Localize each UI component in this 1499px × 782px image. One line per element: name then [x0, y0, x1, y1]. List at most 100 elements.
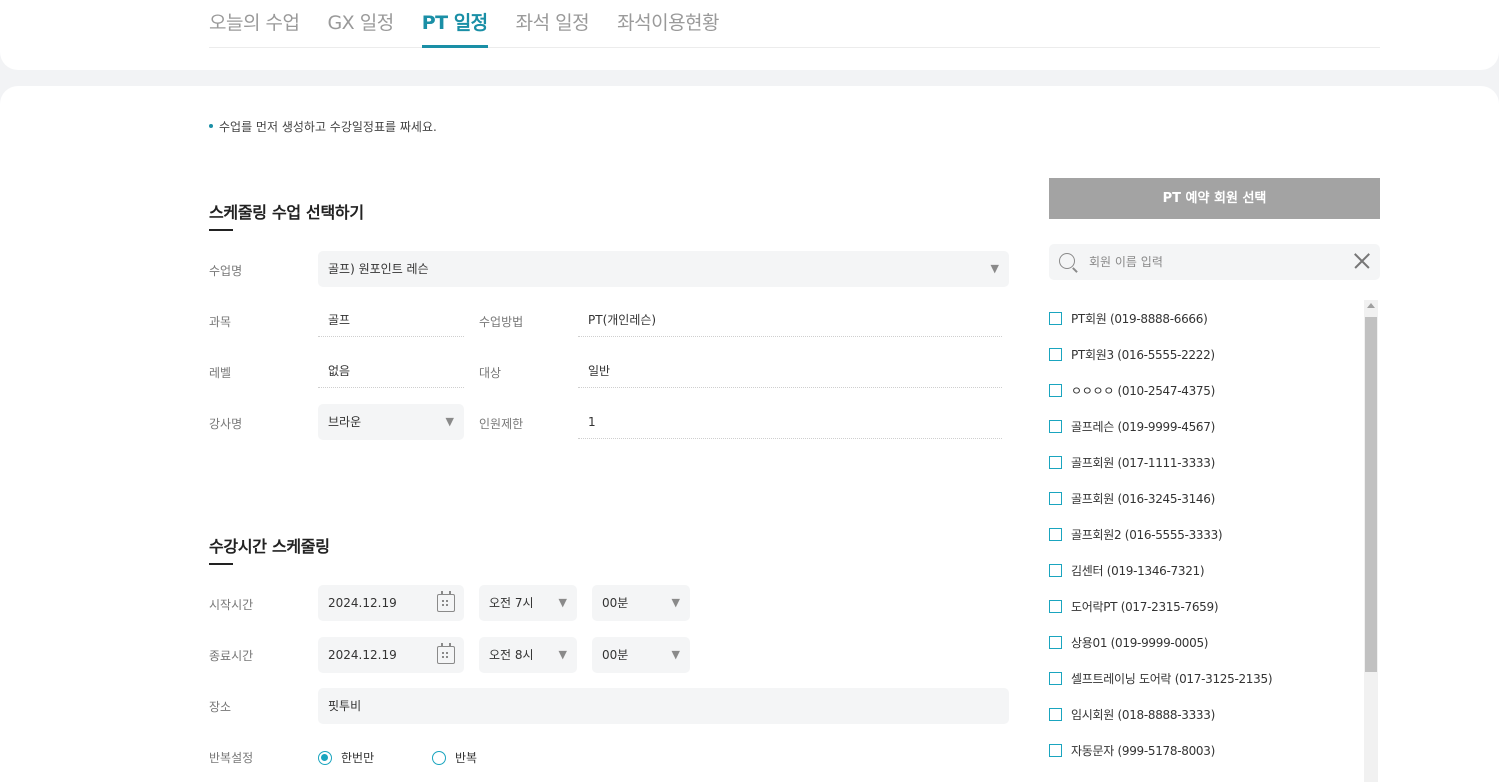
- member-item[interactable]: PT회원 (019-8888-6666): [1049, 300, 1359, 336]
- class-name-select[interactable]: 골프) 원포인트 레슨 ▼: [318, 251, 1009, 287]
- start-minute-select[interactable]: 00분 ▼: [592, 585, 690, 621]
- member-item[interactable]: 골프회원 (016-3245-3146): [1049, 480, 1359, 516]
- member-label: 도어락PT (017-2315-7659): [1071, 599, 1219, 614]
- member-search-box: [1049, 244, 1380, 280]
- member-list: PT회원 (019-8888-6666) PT회원3 (016-5555-222…: [1049, 300, 1359, 782]
- calendar-icon[interactable]: [437, 591, 455, 612]
- member-label: 골프회원 (017-1111-3333): [1071, 455, 1215, 470]
- level-field: 없음: [318, 354, 464, 388]
- end-date-picker[interactable]: 2024.12.19: [318, 637, 464, 673]
- checkbox-icon[interactable]: [1049, 383, 1062, 397]
- checkbox-icon[interactable]: [1049, 743, 1062, 757]
- checkbox-icon[interactable]: [1049, 311, 1062, 325]
- instructor-label: 강사명: [209, 417, 243, 431]
- instructor-select[interactable]: 브라운 ▼: [318, 404, 464, 440]
- start-hour-select[interactable]: 오전 7시 ▼: [479, 585, 577, 621]
- tab-seat-status[interactable]: 좌석이용현황: [617, 0, 719, 48]
- member-item[interactable]: 김센터 (019-1346-7321): [1049, 552, 1359, 588]
- repeat-label: 반복설정: [209, 751, 254, 765]
- member-label: 임시회원 (018-8888-3333): [1071, 707, 1215, 722]
- end-minute-select[interactable]: 00분 ▼: [592, 637, 690, 673]
- dropdown-arrow-icon: ▼: [445, 415, 454, 428]
- member-item[interactable]: PT회원3 (016-5555-2222): [1049, 336, 1359, 372]
- notice-text: 수업를 먼저 생성하고 수강일정표를 짜세요.: [219, 120, 437, 134]
- search-icon: [1059, 253, 1075, 269]
- end-time-label: 종료시간: [209, 649, 254, 663]
- start-date-value: 2024.12.19: [328, 596, 397, 610]
- checkbox-icon[interactable]: [1049, 635, 1062, 649]
- member-panel-header: PT 예약 회원 선택: [1049, 178, 1380, 219]
- member-item[interactable]: 골프회원 (017-1111-3333): [1049, 444, 1359, 480]
- place-value: 핏투비: [328, 699, 362, 713]
- member-item[interactable]: 셀프트레이닝 도어락 (017-3125-2135): [1049, 660, 1359, 696]
- tab-gx-schedule[interactable]: GX 일정: [327, 0, 394, 48]
- checkbox-icon[interactable]: [1049, 491, 1062, 505]
- checkbox-icon[interactable]: [1049, 563, 1062, 577]
- checkbox-icon[interactable]: [1049, 419, 1062, 433]
- member-label: PT회원 (019-8888-6666): [1071, 311, 1208, 326]
- class-name-label: 수업명: [209, 264, 243, 278]
- scroll-thumb[interactable]: [1365, 317, 1377, 672]
- tab-pt-schedule[interactable]: PT 일정: [421, 0, 488, 48]
- member-label: 셀프트레이닝 도어락 (017-3125-2135): [1071, 671, 1273, 686]
- member-item[interactable]: 상용01 (019-9999-0005): [1049, 624, 1359, 660]
- end-hour-value: 오전 8시: [489, 648, 534, 662]
- dropdown-arrow-icon: ▼: [990, 262, 999, 275]
- capacity-label: 인원제한: [479, 417, 524, 431]
- checkbox-icon[interactable]: [1049, 599, 1062, 613]
- checkbox-icon[interactable]: [1049, 707, 1062, 721]
- member-label: ㅇㅇㅇㅇ (010-2547-4375): [1071, 383, 1215, 398]
- level-label: 레벨: [209, 366, 232, 380]
- tab-seat-schedule[interactable]: 좌석 일정: [516, 0, 590, 48]
- notice: 수업를 먼저 생성하고 수강일정표를 짜세요.: [209, 118, 437, 135]
- method-label: 수업방법: [479, 315, 524, 329]
- member-label: PT회원3 (016-5555-2222): [1071, 347, 1215, 362]
- member-label: 골프회원2 (016-5555-3333): [1071, 527, 1223, 542]
- tab-bar: 오늘의 수업 GX 일정 PT 일정 좌석 일정 좌석이용현황: [209, 0, 1380, 48]
- dropdown-arrow-icon: ▼: [671, 596, 680, 609]
- dropdown-arrow-icon: ▼: [558, 596, 567, 609]
- bullet-icon: [209, 123, 213, 128]
- time-section-title: 수강시간 스케줄링: [209, 533, 330, 565]
- target-label: 대상: [479, 366, 502, 380]
- close-icon[interactable]: [1352, 252, 1370, 270]
- place-label: 장소: [209, 700, 232, 714]
- subject-label: 과목: [209, 315, 232, 329]
- member-label: 자동문자 (999-5178-8003): [1071, 743, 1215, 758]
- checkbox-icon[interactable]: [1049, 347, 1062, 361]
- repeat-multi-radio[interactable]: 반복: [432, 749, 477, 766]
- checkbox-icon[interactable]: [1049, 527, 1062, 541]
- member-search-input[interactable]: [1089, 244, 1339, 280]
- place-input[interactable]: 핏투비: [318, 688, 1009, 724]
- dropdown-arrow-icon: ▼: [558, 648, 567, 661]
- member-item[interactable]: 임시회원 (018-8888-3333): [1049, 696, 1359, 732]
- start-date-picker[interactable]: 2024.12.19: [318, 585, 464, 621]
- method-field: PT(개인레슨): [578, 303, 1002, 337]
- end-minute-value: 00분: [602, 648, 629, 662]
- tab-today-class[interactable]: 오늘의 수업: [209, 0, 300, 48]
- member-label: 상용01 (019-9999-0005): [1071, 635, 1209, 650]
- capacity-field: 1: [578, 405, 1002, 439]
- radio-checked-icon: [318, 750, 332, 765]
- repeat-once-label: 한번만: [341, 751, 375, 765]
- dropdown-arrow-icon: ▼: [671, 648, 680, 661]
- member-label: 골프회원 (016-3245-3146): [1071, 491, 1215, 506]
- member-item[interactable]: 자동문자 (999-5178-8003): [1049, 732, 1359, 768]
- checkbox-icon[interactable]: [1049, 455, 1062, 469]
- target-field: 일반: [578, 354, 1002, 388]
- calendar-icon[interactable]: [437, 643, 455, 664]
- top-nav-card: 오늘의 수업 GX 일정 PT 일정 좌석 일정 좌석이용현황: [0, 0, 1499, 70]
- start-minute-value: 00분: [602, 596, 629, 610]
- member-item[interactable]: 골프회원2 (016-5555-3333): [1049, 516, 1359, 552]
- scroll-up-icon[interactable]: [1367, 303, 1375, 308]
- radio-unchecked-icon: [432, 750, 446, 765]
- member-list-scrollbar[interactable]: [1364, 300, 1378, 782]
- member-label: 김센터 (019-1346-7321): [1071, 563, 1205, 578]
- member-item[interactable]: 골프레슨 (019-9999-4567): [1049, 408, 1359, 444]
- end-hour-select[interactable]: 오전 8시 ▼: [479, 637, 577, 673]
- repeat-once-radio[interactable]: 한번만: [318, 749, 374, 766]
- member-item[interactable]: ㅇㅇㅇㅇ (010-2547-4375): [1049, 372, 1359, 408]
- member-item[interactable]: 도어락PT (017-2315-7659): [1049, 588, 1359, 624]
- checkbox-icon[interactable]: [1049, 671, 1062, 685]
- start-time-label: 시작시간: [209, 598, 254, 612]
